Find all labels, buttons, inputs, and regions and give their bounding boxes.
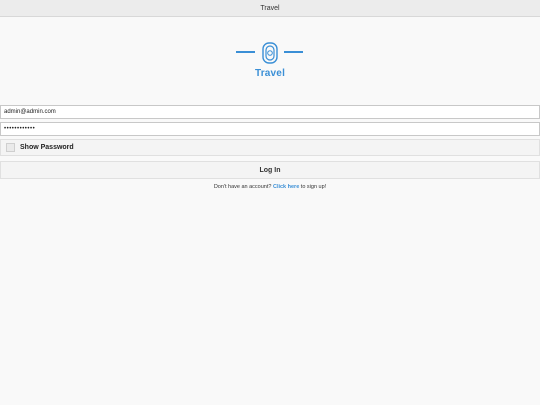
signup-suffix: to sign up! bbox=[300, 184, 327, 190]
app-name: Travel bbox=[254, 68, 286, 79]
show-password-checkbox[interactable] bbox=[6, 143, 15, 152]
login-button-label: Log In bbox=[259, 166, 281, 174]
passport-stamp-icon bbox=[262, 42, 278, 64]
login-button[interactable]: Log In bbox=[0, 161, 540, 179]
logo-divider-left bbox=[236, 51, 255, 53]
show-password-row[interactable]: Show Password bbox=[0, 139, 540, 156]
show-password-label: Show Password bbox=[20, 144, 74, 151]
app-logo: Travel bbox=[0, 41, 540, 81]
password-field[interactable]: •••••••••••• bbox=[0, 122, 540, 136]
window-title: Travel bbox=[260, 4, 280, 12]
signup-prompt: Don't have an account? Click here to sig… bbox=[0, 184, 540, 190]
email-field[interactable]: admin@admin.com bbox=[0, 105, 540, 119]
window-titlebar: Travel bbox=[0, 0, 540, 17]
signup-link[interactable]: Click here bbox=[273, 184, 299, 190]
signup-prefix: Don't have an account? bbox=[213, 184, 272, 190]
logo-divider-right bbox=[284, 51, 303, 53]
